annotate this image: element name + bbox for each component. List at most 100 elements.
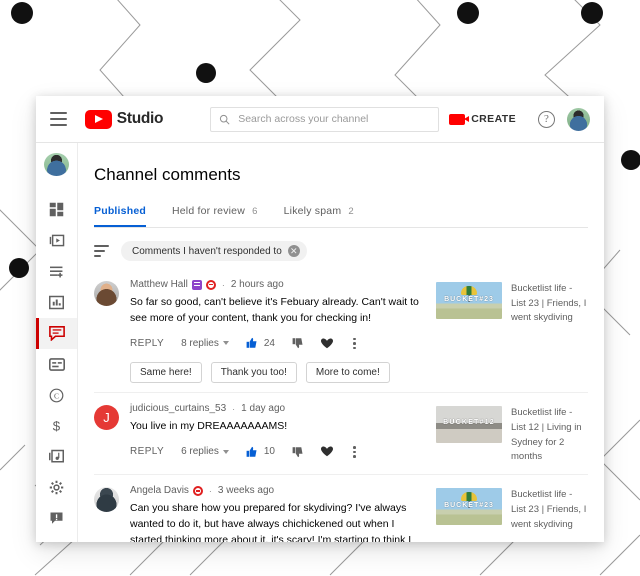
close-icon[interactable]: ✕ <box>287 245 300 257</box>
replies-count-label: 8 replies <box>181 337 219 349</box>
create-button-label: CREATE <box>471 113 516 125</box>
parachute-graphic <box>461 286 477 295</box>
sidebar-item-copyright[interactable]: C <box>36 380 77 411</box>
comment-header: judicious_curtains_53 · 1 day ago <box>130 403 424 414</box>
member-badge-icon <box>205 279 216 290</box>
comment-body: judicious_curtains_53 · 1 day ago You li… <box>130 403 436 465</box>
video-camera-icon <box>449 113 470 125</box>
svg-text:C: C <box>54 391 59 400</box>
thumbs-up-icon <box>246 338 257 349</box>
thumbnail-text: BUCKET#23 <box>444 502 494 510</box>
copyright-icon: C <box>49 388 64 402</box>
comment-body: Angela Davis · 3 weeks ago Can you share… <box>130 485 436 542</box>
like-button[interactable]: 10 <box>246 446 275 458</box>
kebab-menu-icon[interactable] <box>350 444 359 460</box>
quick-reply-chips: Same here! Thank you too! More to come! <box>130 362 424 384</box>
avatar[interactable] <box>94 281 119 306</box>
quick-reply-chip[interactable]: Thank you too! <box>210 362 297 384</box>
quick-reply-chip[interactable]: More to come! <box>305 362 390 384</box>
comment-item: Angela Davis · 3 weeks ago Can you share… <box>94 475 588 542</box>
sidebar-item-comments[interactable] <box>36 317 77 349</box>
dislike-button[interactable] <box>292 446 304 458</box>
comment-author[interactable]: judicious_curtains_53 <box>130 403 226 414</box>
sidebar-item-audio-library[interactable] <box>36 441 77 472</box>
create-button[interactable]: CREATE <box>439 108 526 130</box>
replies-toggle[interactable]: 6 replies <box>181 446 229 457</box>
video-content-icon <box>49 234 64 247</box>
main-content: Channel comments Published Held for revi… <box>78 143 604 542</box>
comment-author[interactable]: Angela Davis <box>130 485 189 496</box>
like-count: 10 <box>263 446 275 458</box>
comment-item: Matthew Hall · 2 hours ago So far so goo… <box>94 269 588 394</box>
video-title[interactable]: Bucketlist life - List 23 | Friends, I w… <box>511 488 588 542</box>
sidebar: C $ <box>36 143 78 542</box>
heart-icon <box>321 338 333 349</box>
sidebar-item-settings[interactable] <box>36 472 77 503</box>
tab-held-for-review[interactable]: Held for review 6 <box>172 205 258 227</box>
heart-icon <box>321 446 333 457</box>
top-bar-actions: CREATE ? <box>439 107 590 131</box>
video-title[interactable]: Bucketlist life - List 12 | Living in Sy… <box>511 406 588 465</box>
thumbs-down-icon <box>292 447 303 458</box>
gear-icon <box>49 480 64 495</box>
kebab-menu-icon[interactable] <box>350 336 359 352</box>
comment-text: So far so good, can't believe it's Febua… <box>130 296 419 324</box>
subtitles-icon <box>48 357 65 371</box>
filter-icon[interactable] <box>94 245 109 257</box>
quick-reply-chip[interactable]: Same here! <box>130 362 202 384</box>
comment-video[interactable]: BUCKET#23 Bucketlist life - List 23 | Fr… <box>436 485 588 542</box>
heart-button[interactable] <box>321 446 333 457</box>
video-title[interactable]: Bucketlist life - List 23 | Friends, I w… <box>511 282 588 383</box>
tab-likely-spam[interactable]: Likely spam 2 <box>284 205 354 227</box>
brand-name: Studio <box>116 110 164 127</box>
sidebar-item-send-feedback[interactable] <box>36 503 77 534</box>
filter-chip[interactable]: Comments I haven't responded to ✕ <box>121 241 307 261</box>
sidebar-item-dashboard[interactable] <box>36 194 77 225</box>
search-placeholder: Search across your channel <box>238 113 369 125</box>
dollar-sign-icon: $ <box>53 418 61 433</box>
brand-logo[interactable]: Studio <box>84 109 164 129</box>
reply-button[interactable]: REPLY <box>130 446 164 457</box>
parachute-graphic <box>461 492 477 502</box>
video-thumbnail[interactable]: BUCKET#12 <box>436 406 502 444</box>
comment-actions: REPLY 6 replies 10 <box>130 444 424 460</box>
comment-tabs: Published Held for review 6 Likely spam … <box>94 205 588 228</box>
tab-likely-spam-label: Likely spam <box>283 205 342 217</box>
hamburger-menu-icon[interactable] <box>50 112 67 126</box>
sidebar-item-content[interactable] <box>36 225 77 256</box>
like-button[interactable]: 24 <box>246 337 275 349</box>
tab-held-for-review-count: 6 <box>252 206 258 217</box>
comment-video[interactable]: BUCKET#23 Bucketlist life - List 23 | Fr… <box>436 279 588 383</box>
feedback-bubble-icon <box>50 512 63 524</box>
reply-button[interactable]: REPLY <box>130 338 164 349</box>
replies-toggle[interactable]: 8 replies <box>181 338 229 349</box>
comment-author[interactable]: Matthew Hall <box>130 279 188 290</box>
avatar-letter: J <box>103 410 110 426</box>
dislike-button[interactable] <box>292 337 304 349</box>
comment-text: Can you share how you prepared for skydi… <box>130 502 412 542</box>
video-thumbnail[interactable]: BUCKET#23 <box>436 488 502 526</box>
heart-button[interactable] <box>321 338 333 349</box>
thumbnail-text: BUCKET#23 <box>444 296 494 303</box>
page-title: Channel comments <box>94 165 241 184</box>
avatar[interactable]: J <box>94 405 119 431</box>
search-input[interactable]: Search across your channel <box>210 106 440 132</box>
sidebar-channel-avatar[interactable] <box>44 153 69 177</box>
sidebar-item-monetization[interactable]: $ <box>36 411 77 442</box>
tab-published[interactable]: Published <box>94 205 146 227</box>
comment-item: J judicious_curtains_53 · 1 day ago You … <box>94 393 588 476</box>
sidebar-item-subtitles[interactable] <box>36 349 77 380</box>
moderator-badge-icon <box>191 279 202 290</box>
like-count: 24 <box>263 337 275 349</box>
comment-video[interactable]: BUCKET#12 Bucketlist life - List 12 | Li… <box>436 403 588 465</box>
account-avatar[interactable] <box>567 107 590 131</box>
music-note-icon <box>49 450 64 463</box>
video-thumbnail[interactable]: BUCKET#23 <box>436 282 502 319</box>
sidebar-item-playlists[interactable] <box>36 256 77 287</box>
avatar[interactable] <box>94 487 119 513</box>
thumbnail-text: BUCKET#12 <box>443 419 495 427</box>
comment-header: Matthew Hall · 2 hours ago <box>130 279 424 290</box>
help-circle-icon[interactable]: ? <box>538 110 555 128</box>
sidebar-item-analytics[interactable] <box>36 287 77 318</box>
comment-text: You live in my DREAAAAAAAMS! <box>130 420 288 433</box>
